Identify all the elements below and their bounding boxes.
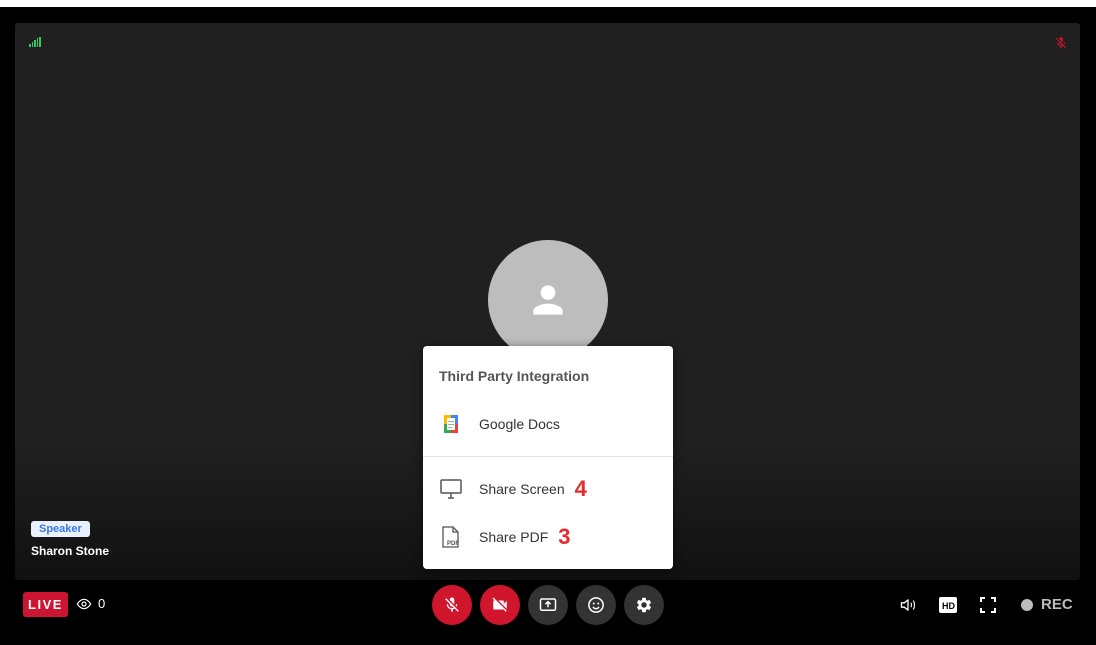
speaker-name: Sharon Stone: [31, 544, 110, 558]
viewer-count-value: 0: [98, 596, 106, 611]
reactions-button[interactable]: [576, 585, 616, 625]
speaker-badge: Speaker: [31, 521, 90, 537]
volume-button[interactable]: [898, 595, 918, 615]
svg-text:HD: HD: [942, 601, 955, 611]
live-badge: LIVE: [23, 592, 68, 617]
menu-item-label: Share PDF: [479, 529, 549, 545]
hd-quality-button[interactable]: HD: [938, 595, 958, 615]
menu-item-share-screen[interactable]: Share Screen 4: [423, 469, 673, 509]
integration-menu: Third Party Integration Google Docs Shar…: [423, 346, 673, 569]
menu-title: Third Party Integration: [439, 368, 590, 384]
menu-item-share-pdf[interactable]: PDF Share PDF 3: [423, 517, 673, 557]
eye-icon: [76, 598, 92, 609]
signal-strength-icon: [29, 37, 41, 47]
emoji-icon: [588, 597, 604, 613]
monitor-icon: [439, 477, 463, 501]
menu-item-label: Google Docs: [479, 416, 560, 432]
mic-toggle-button[interactable]: [432, 585, 472, 625]
viewer-count: 0: [76, 596, 105, 611]
record-indicator[interactable]: REC: [1021, 596, 1073, 613]
participant-mic-off-icon: [1054, 35, 1068, 51]
google-docs-icon: [439, 412, 463, 436]
record-dot-icon: [1021, 598, 1033, 611]
annotation-number: 4: [574, 476, 587, 501]
fullscreen-button[interactable]: [978, 595, 998, 615]
participant-avatar: [488, 240, 608, 360]
screen-share-button[interactable]: [528, 585, 568, 625]
screen-share-icon: [539, 598, 557, 611]
video-off-icon: [492, 597, 507, 612]
menu-item-label: Share Screen: [479, 481, 565, 497]
volume-icon: [900, 599, 916, 611]
person-icon: [533, 285, 563, 315]
settings-button[interactable]: [624, 585, 664, 625]
menu-item-google-docs[interactable]: Google Docs: [423, 404, 673, 444]
camera-toggle-button[interactable]: [480, 585, 520, 625]
fullscreen-icon: [980, 597, 996, 613]
record-label: REC: [1041, 596, 1073, 613]
pdf-file-icon: PDF: [439, 525, 463, 549]
menu-divider: [423, 456, 673, 457]
hd-icon: HD: [939, 597, 957, 613]
svg-text:PDF: PDF: [447, 541, 459, 547]
mic-off-icon: [445, 597, 459, 612]
annotation-number: 3: [558, 524, 571, 549]
top-bar: [0, 0, 1096, 7]
gear-icon: [636, 597, 652, 613]
